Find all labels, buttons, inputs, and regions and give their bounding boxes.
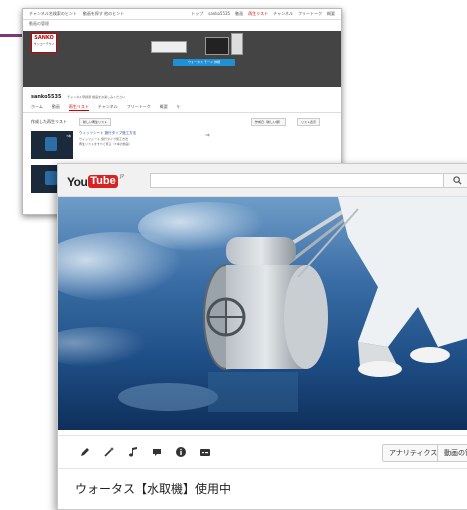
channel-name: sanko5535 チャンネル登録者 動画をお楽しみください xyxy=(31,94,125,100)
banner-device-image xyxy=(231,33,243,55)
video-page-window: You Tube JP アナリティクス 動画の ウォータス【水取機】使用中 xyxy=(57,163,467,510)
tab-videos[interactable]: 動画 xyxy=(52,104,60,111)
playlist-thumb-image xyxy=(45,137,57,151)
tab-playlists[interactable]: 再生リスト xyxy=(68,104,89,111)
playlist-title[interactable]: ウィッツシート 施行タイプ施工方法 xyxy=(79,131,136,136)
video-edit-toolbar: アナリティクス 動画の管理 xyxy=(58,435,467,469)
video-player[interactable] xyxy=(58,197,467,430)
nav-item[interactable]: トップ xyxy=(191,11,203,17)
tab-home[interactable]: ホーム xyxy=(31,104,43,111)
channel-name-text[interactable]: sanko5535 xyxy=(31,94,61,100)
playlist-thumb-image xyxy=(45,171,57,185)
channel-logo[interactable]: SANKO サンコーテクノ xyxy=(31,33,57,53)
tab-channels[interactable]: チャンネル xyxy=(98,104,118,111)
masthead: You Tube JP xyxy=(58,164,467,197)
channel-tabs: ホーム 動画 再生リスト チャンネル フリートーク 概要 ⚲ xyxy=(31,104,180,111)
search-button[interactable] xyxy=(444,173,467,188)
nav-item-active[interactable]: 再生リスト xyxy=(248,11,268,17)
playlist-thumbnail[interactable]: 7本 xyxy=(31,131,73,159)
playlist-line: ウィッツシート 施行タイプ施工方法 xyxy=(79,137,128,141)
channel-filters: 動画の管理 xyxy=(23,20,341,28)
playlist-count: 7本 xyxy=(205,133,210,137)
topbar-item[interactable]: 動画を探す 他のヒント xyxy=(83,11,124,17)
topbar-item[interactable]: チャンネル名検索のヒント xyxy=(29,11,77,17)
playlist-count-overlay: 7本 xyxy=(66,134,71,138)
pencil-icon[interactable] xyxy=(78,445,92,459)
manage-videos-link[interactable]: 動画の管理 xyxy=(29,21,49,27)
logo-region: JP xyxy=(119,174,125,180)
video-title: ウォータス【水取機】使用中 xyxy=(75,482,232,496)
channel-meta: チャンネル登録者 動画をお楽しみください xyxy=(67,95,126,99)
new-playlist-button[interactable]: 新しい再生リスト xyxy=(79,118,112,126)
logo-text: SANKO xyxy=(34,35,54,41)
logo-subtext: サンコーテクノ xyxy=(33,42,55,46)
banner-cta-button[interactable]: ウォータス モード 詳細 xyxy=(173,59,235,66)
banner-device-image xyxy=(151,41,187,53)
topbar-nav: トップ sanko5535 動画 再生リスト チャンネル フリートーク 概要 xyxy=(191,11,335,17)
analytics-button[interactable]: アナリティクス xyxy=(382,444,445,462)
banner-device-image xyxy=(205,37,229,55)
nav-item[interactable]: チャンネル xyxy=(273,11,293,17)
view-toggle-button[interactable]: リスト表示 xyxy=(297,118,321,126)
nav-item[interactable]: sanko5535 xyxy=(208,11,230,17)
info-icon[interactable] xyxy=(174,445,188,459)
channel-topbar: チャンネル名検索のヒント 動画を探す 他のヒント トップ sanko5535 動… xyxy=(23,9,341,20)
video-manager-button[interactable]: 動画の管理 xyxy=(437,444,467,462)
nav-item[interactable]: フリートーク xyxy=(298,11,322,17)
magic-wand-icon[interactable] xyxy=(102,445,116,459)
youtube-logo[interactable]: You Tube JP xyxy=(67,174,124,189)
section-title: 作成した再生リスト xyxy=(31,119,67,124)
subtitles-icon[interactable] xyxy=(198,445,212,459)
logo-tube: Tube xyxy=(88,175,118,188)
comment-icon[interactable] xyxy=(150,445,164,459)
tab-divider xyxy=(23,112,341,113)
playlist-line[interactable]: 再生リストをすべて見る（7本の動画） xyxy=(79,142,132,146)
music-note-icon[interactable] xyxy=(126,445,140,459)
logo-you: You xyxy=(67,174,88,189)
nav-item[interactable]: 概要 xyxy=(327,11,335,17)
search-icon xyxy=(453,176,462,185)
sort-button[interactable]: 作成日（新しい順） xyxy=(251,118,287,126)
tab-about[interactable]: 概要 xyxy=(160,104,168,111)
nav-item[interactable]: 動画 xyxy=(235,11,243,17)
tab-discussion[interactable]: フリートーク xyxy=(127,104,151,111)
search-input[interactable] xyxy=(150,173,444,188)
video-frame-image xyxy=(58,197,467,412)
search-icon[interactable]: ⚲ xyxy=(177,104,180,111)
